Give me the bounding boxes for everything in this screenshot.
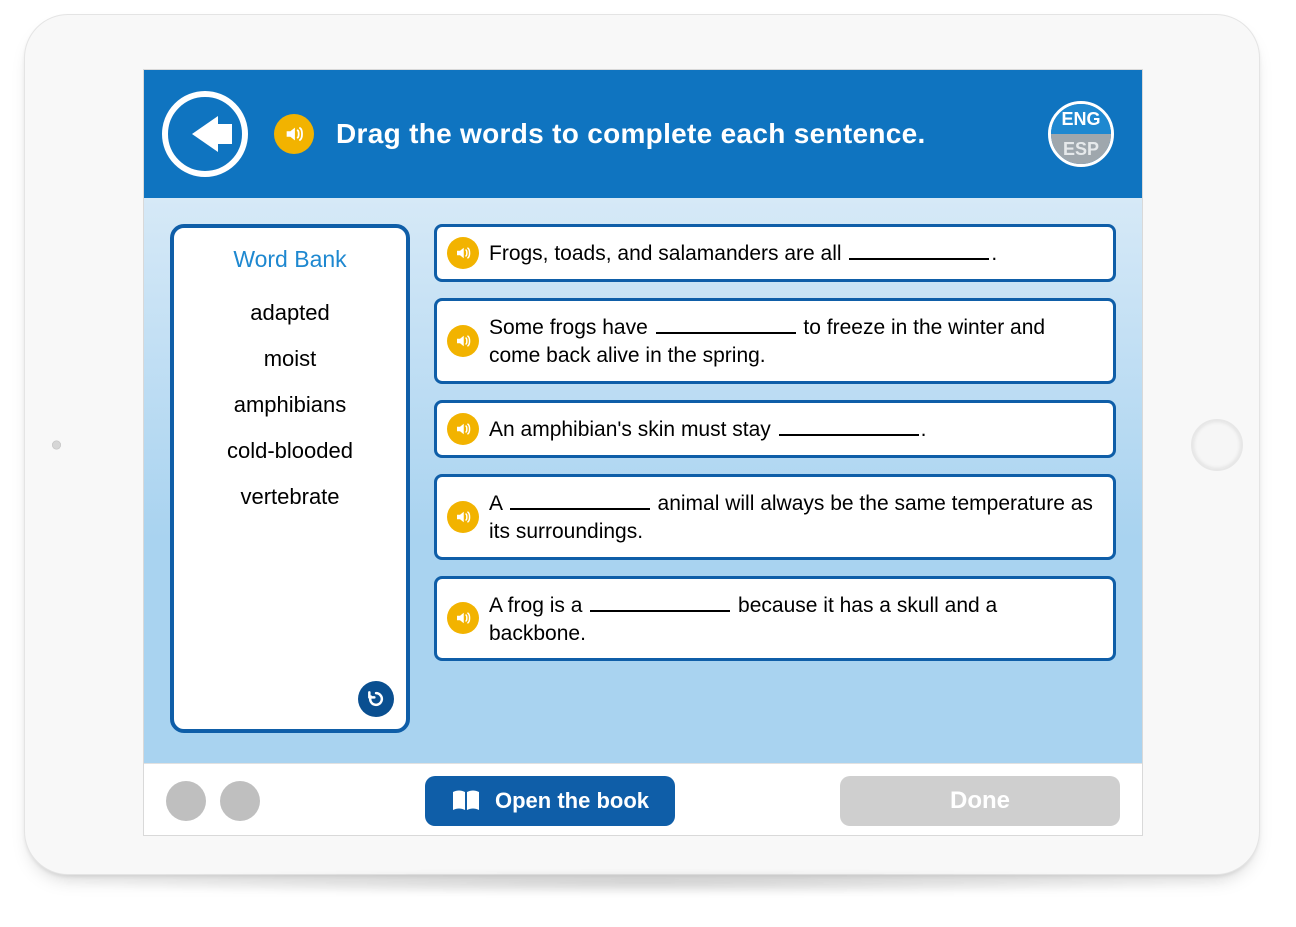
language-toggle[interactable]: ENG ESP <box>1048 101 1114 167</box>
speaker-icon <box>454 609 472 627</box>
sentence-text: Some frogs have to freeze in the winter … <box>489 311 1099 371</box>
sentence-post: . <box>921 418 927 441</box>
sentence-audio-button[interactable] <box>447 237 479 269</box>
speaker-icon <box>454 508 472 526</box>
sentence-list: Frogs, toads, and salamanders are all . … <box>434 224 1116 733</box>
progress-dot[interactable] <box>166 781 206 821</box>
sentence-audio-button[interactable] <box>447 501 479 533</box>
sentence-text: A animal will always be the same tempera… <box>489 487 1099 547</box>
word-bank-title: Word Bank <box>174 228 406 285</box>
book-icon <box>451 789 481 813</box>
instruction-text: Drag the words to complete each sentence… <box>336 116 1048 152</box>
sentence-blank[interactable] <box>779 413 919 436</box>
sentence-audio-button[interactable] <box>447 602 479 634</box>
language-secondary: ESP <box>1051 134 1111 164</box>
speaker-icon <box>454 332 472 350</box>
open-book-label: Open the book <box>495 788 649 814</box>
sentence-pre: Frogs, toads, and salamanders are all <box>489 242 847 265</box>
sentence-blank[interactable] <box>510 487 650 510</box>
sentence-text: A frog is a because it has a skull and a… <box>489 589 1099 649</box>
instruction-audio-button[interactable] <box>274 114 314 154</box>
sentence-blank[interactable] <box>590 589 730 612</box>
reset-icon <box>366 689 386 709</box>
done-label: Done <box>950 787 1010 815</box>
sentence-blank[interactable] <box>656 311 796 334</box>
word-bank-panel: Word Bank adapted moist amphibians cold-… <box>170 224 410 733</box>
sentence-row[interactable]: Some frogs have to freeze in the winter … <box>434 298 1116 384</box>
tablet-camera <box>52 440 61 449</box>
sentence-audio-button[interactable] <box>447 325 479 357</box>
word-bank-word[interactable]: vertebrate <box>174 477 406 517</box>
word-bank-word[interactable]: adapted <box>174 293 406 333</box>
back-arrow-icon <box>192 116 218 152</box>
sentence-text: An amphibian's skin must stay . <box>489 413 926 444</box>
sentence-row[interactable]: Frogs, toads, and salamanders are all . <box>434 224 1116 282</box>
word-bank-word[interactable]: cold-blooded <box>174 431 406 471</box>
sentence-audio-button[interactable] <box>447 413 479 445</box>
app-screen: Drag the words to complete each sentence… <box>143 69 1143 836</box>
back-button[interactable] <box>162 91 248 177</box>
open-book-button[interactable]: Open the book <box>425 776 675 826</box>
sentence-row[interactable]: A animal will always be the same tempera… <box>434 474 1116 560</box>
sentence-pre: A frog is a <box>489 594 588 617</box>
sentence-post: . <box>991 242 997 265</box>
app-footer: Open the book Done <box>144 763 1142 836</box>
tablet-frame: Drag the words to complete each sentence… <box>24 14 1260 875</box>
app-header: Drag the words to complete each sentence… <box>144 70 1142 198</box>
sentence-row[interactable]: A frog is a because it has a skull and a… <box>434 576 1116 662</box>
tablet-home-button[interactable] <box>1191 419 1243 471</box>
sentence-pre: Some frogs have <box>489 316 654 339</box>
word-bank-list: adapted moist amphibians cold-blooded ve… <box>174 285 406 525</box>
word-bank-word[interactable]: amphibians <box>174 385 406 425</box>
tablet-shadow <box>45 870 1245 896</box>
progress-dot[interactable] <box>220 781 260 821</box>
done-button[interactable]: Done <box>840 776 1120 826</box>
sentence-row[interactable]: An amphibian's skin must stay . <box>434 400 1116 458</box>
speaker-icon <box>454 244 472 262</box>
sentence-pre: An amphibian's skin must stay <box>489 418 777 441</box>
activity-body: Word Bank adapted moist amphibians cold-… <box>144 198 1142 763</box>
sentence-text: Frogs, toads, and salamanders are all . <box>489 237 997 268</box>
sentence-blank[interactable] <box>849 237 989 260</box>
speaker-icon <box>454 420 472 438</box>
word-bank-word[interactable]: moist <box>174 339 406 379</box>
speaker-icon <box>283 123 305 145</box>
language-primary: ENG <box>1051 104 1111 134</box>
sentence-pre: A <box>489 492 508 515</box>
reset-button[interactable] <box>358 681 394 717</box>
